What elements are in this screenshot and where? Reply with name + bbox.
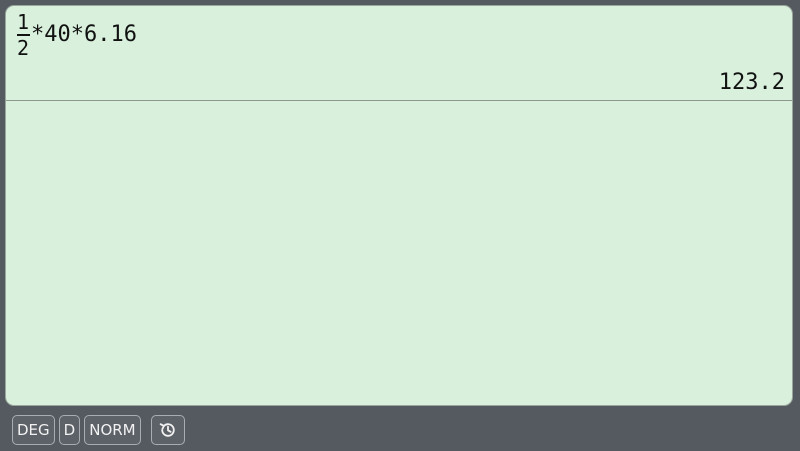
calculator-display[interactable]: 1 2 *40*6.16 123.2 [5, 5, 793, 406]
fraction: 1 2 [16, 12, 30, 58]
fraction-denominator: 2 [17, 35, 30, 60]
display-mode-button[interactable]: D [58, 415, 81, 445]
history-entry[interactable]: 1 2 *40*6.16 123.2 [6, 6, 792, 101]
result-value: 123.2 [718, 70, 785, 95]
fraction-numerator: 1 [17, 10, 30, 34]
expression-tail: *40*6.16 [31, 21, 138, 47]
notation-mode-button[interactable]: NORM [84, 415, 141, 445]
history-button[interactable] [150, 415, 185, 445]
status-bar: DEG D NORM [0, 409, 800, 451]
expression: 1 2 *40*6.16 [16, 12, 137, 58]
history-icon [158, 420, 178, 440]
angle-mode-button[interactable]: DEG [12, 415, 55, 445]
calculator-frame: 1 2 *40*6.16 123.2 DEG D NORM [0, 0, 800, 451]
